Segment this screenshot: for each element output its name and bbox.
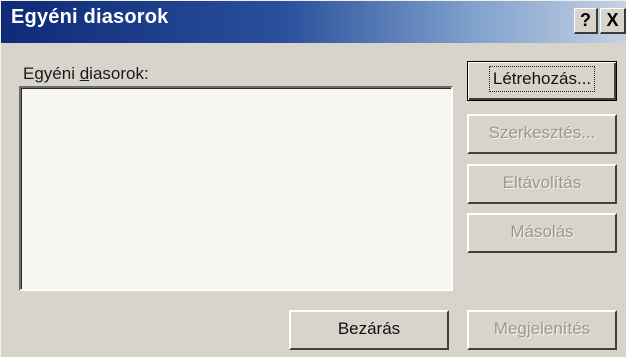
label-prefix: Egyéni bbox=[23, 64, 80, 83]
custom-shows-list[interactable] bbox=[19, 86, 453, 291]
label-mnemonic: d bbox=[79, 64, 90, 83]
dialog-title: Egyéni diasorok bbox=[11, 6, 169, 28]
close-icon[interactable]: X bbox=[600, 8, 626, 34]
create-button[interactable]: Létrehozás... bbox=[467, 61, 617, 101]
edit-button[interactable]: Szerkesztés... bbox=[467, 114, 617, 154]
custom-shows-label: Egyéni diasorok: bbox=[23, 64, 149, 84]
help-button[interactable]: ? bbox=[574, 8, 598, 34]
title-bar[interactable]: Egyéni diasorok ? X bbox=[1, 1, 626, 43]
create-button-label: Létrehozás... bbox=[488, 66, 596, 92]
label-suffix: iasorok: bbox=[89, 64, 149, 83]
copy-button[interactable]: Másolás bbox=[467, 213, 617, 253]
custom-shows-dialog: Egyéni diasorok ? X Egyéni diasorok: Lét… bbox=[0, 0, 626, 357]
close-button[interactable]: Bezárás bbox=[289, 310, 449, 350]
show-button[interactable]: Megjelenítés bbox=[467, 310, 617, 350]
remove-button[interactable]: Eltávolítás bbox=[467, 164, 617, 204]
